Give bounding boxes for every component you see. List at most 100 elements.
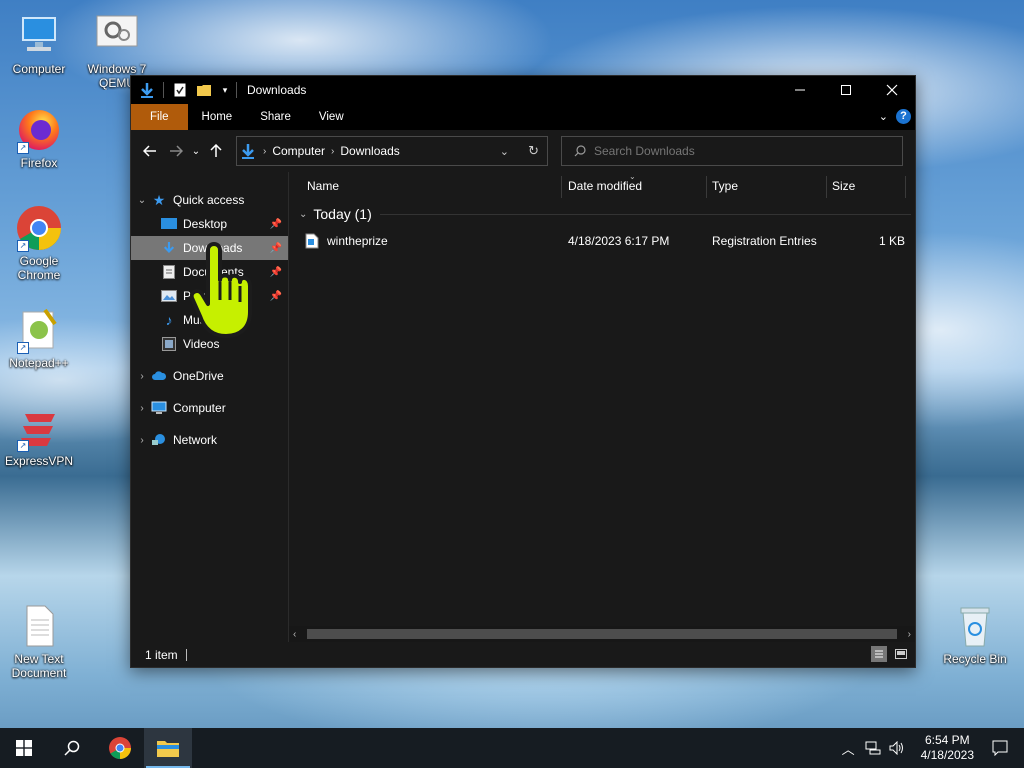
clock-time: 6:54 PM	[924, 733, 970, 747]
column-divider[interactable]	[561, 176, 562, 198]
nav-onedrive[interactable]: › OneDrive	[131, 364, 288, 388]
file-date-modified: 4/18/2023 6:17 PM	[568, 234, 670, 248]
downloads-folder-icon	[161, 240, 177, 256]
properties-checkmark-icon[interactable]	[172, 82, 188, 98]
expand-chevron-icon[interactable]: ›	[133, 403, 151, 414]
maximize-button[interactable]	[823, 76, 869, 104]
up-button[interactable]	[203, 138, 229, 164]
new-folder-icon[interactable]	[196, 82, 212, 98]
address-dropdown-chevron-icon[interactable]: ⌄	[500, 145, 509, 158]
system-tray: ︿ 6:54 PM 4/18/2023	[842, 728, 1024, 768]
help-icon[interactable]: ?	[896, 109, 911, 124]
details-view-button[interactable]	[871, 646, 887, 662]
network-tray-icon[interactable]	[865, 741, 881, 755]
download-arrow-icon	[139, 82, 155, 98]
chrome-icon: ↗	[15, 204, 63, 252]
show-hidden-icons-chevron-icon[interactable]: ︿	[842, 739, 855, 758]
expand-ribbon-chevron-icon[interactable]: ⌄	[879, 110, 888, 123]
expand-chevron-icon[interactable]: ›	[133, 435, 151, 446]
notifications-icon[interactable]	[992, 740, 1008, 756]
pin-icon[interactable]: 📌	[270, 219, 282, 230]
column-divider[interactable]	[826, 176, 827, 198]
column-header-date-modified[interactable]: Date modified	[568, 179, 642, 193]
column-header-type[interactable]: Type	[712, 179, 738, 193]
desktop-icon-recycle-bin[interactable]: Recycle Bin	[940, 602, 1010, 666]
desktop-icon-firefox[interactable]: ↗ Firefox	[4, 106, 74, 170]
search-button[interactable]	[48, 728, 96, 768]
desktop-icon-chrome[interactable]: ↗ Google Chrome	[4, 204, 74, 282]
clock[interactable]: 6:54 PM 4/18/2023	[921, 733, 974, 763]
notepadpp-icon: ↗	[15, 306, 63, 354]
star-icon: ★	[152, 191, 166, 208]
horizontal-scrollbar[interactable]: ‹ ›	[289, 626, 915, 642]
settings-gear-icon	[93, 12, 141, 60]
pin-icon[interactable]: 📌	[270, 243, 282, 254]
sort-indicator-icon: ⌄	[629, 172, 636, 181]
computer-icon	[151, 400, 167, 416]
column-headers: Name Date modified ⌄ Type Size	[289, 172, 915, 202]
tab-file[interactable]: File	[131, 104, 188, 130]
group-header-today[interactable]: ⌄ Today (1)	[299, 206, 911, 222]
hand-pointer-cursor-icon	[189, 240, 260, 340]
ribbon-tabs: File Home Share View ⌄ ?	[131, 104, 915, 130]
window-title: Downloads	[247, 83, 307, 97]
nav-network[interactable]: › Network	[131, 428, 288, 452]
column-header-size[interactable]: Size	[832, 179, 855, 193]
collapse-chevron-icon[interactable]: ⌄	[299, 209, 307, 220]
pictures-folder-icon	[161, 288, 177, 304]
back-button[interactable]	[137, 138, 163, 164]
nav-computer[interactable]: › Computer	[131, 396, 288, 420]
computer-icon	[15, 12, 63, 60]
file-explorer-window[interactable]: ▾ Downloads File Home Share View ⌄ ? ⌄ ›…	[130, 75, 916, 668]
column-divider[interactable]	[706, 176, 707, 198]
search-icon	[574, 145, 586, 157]
taskbar-chrome[interactable]	[96, 728, 144, 768]
recent-locations-chevron-icon[interactable]: ⌄	[189, 138, 203, 164]
breadcrumb-downloads[interactable]: Downloads	[340, 144, 399, 158]
expand-chevron-icon[interactable]: ⌄	[133, 195, 151, 206]
table-row[interactable]: wintheprize 4/18/2023 6:17 PM Registrati…	[305, 230, 905, 252]
tab-view[interactable]: View	[305, 104, 358, 130]
scrollbar-thumb[interactable]	[307, 629, 897, 639]
breadcrumb-separator-icon: ›	[263, 145, 267, 157]
expand-chevron-icon[interactable]: ›	[133, 371, 151, 382]
tab-home[interactable]: Home	[188, 104, 247, 130]
tab-share[interactable]: Share	[246, 104, 305, 130]
scroll-left-icon[interactable]: ‹	[293, 629, 296, 640]
downloads-location-icon	[241, 143, 255, 159]
nav-quick-access[interactable]: ⌄ ★ Quick access	[131, 188, 288, 212]
large-icons-view-button[interactable]	[893, 646, 909, 662]
breadcrumb-computer[interactable]: Computer	[272, 144, 325, 158]
refresh-icon[interactable]: ↻	[528, 143, 539, 159]
column-divider[interactable]	[905, 176, 906, 198]
file-size: 1 KB	[878, 234, 905, 248]
title-bar[interactable]: ▾ Downloads	[131, 76, 915, 104]
column-header-name[interactable]: Name	[307, 179, 339, 193]
search-input[interactable]	[592, 143, 896, 159]
file-list-pane[interactable]: Name Date modified ⌄ Type Size ⌄ Today (…	[289, 172, 915, 642]
desktop-icon-computer[interactable]: Computer	[4, 12, 74, 76]
desktop-icon-notepadpp[interactable]: ↗ Notepad++	[4, 306, 74, 370]
desktop-icon-expressvpn[interactable]: ↗ ExpressVPN	[4, 404, 74, 468]
file-explorer-icon	[157, 741, 179, 757]
pin-icon[interactable]: 📌	[270, 267, 282, 278]
pin-icon[interactable]: 📌	[270, 291, 282, 302]
minimize-button[interactable]	[777, 76, 823, 104]
customize-quick-access-icon[interactable]: ▾	[220, 82, 230, 98]
search-box[interactable]	[561, 136, 903, 166]
forward-button[interactable]	[163, 138, 189, 164]
desktop-icon-new-text-document[interactable]: New Text Document	[4, 602, 74, 680]
music-note-icon: ♪	[165, 312, 173, 328]
volume-icon[interactable]	[889, 741, 905, 755]
nav-item-desktop[interactable]: Desktop 📌	[131, 212, 288, 236]
taskbar-file-explorer[interactable]	[144, 728, 192, 768]
address-bar[interactable]: › Computer › Downloads ⌄ ↻	[236, 136, 548, 166]
close-button[interactable]	[869, 76, 915, 104]
desktop-folder-icon	[161, 216, 177, 232]
clock-date: 4/18/2023	[920, 748, 974, 762]
windows-logo-icon	[16, 740, 32, 756]
expressvpn-icon: ↗	[15, 404, 63, 452]
start-button[interactable]	[0, 728, 48, 768]
scroll-right-icon[interactable]: ›	[908, 629, 911, 640]
status-bar: 1 item	[131, 642, 915, 667]
